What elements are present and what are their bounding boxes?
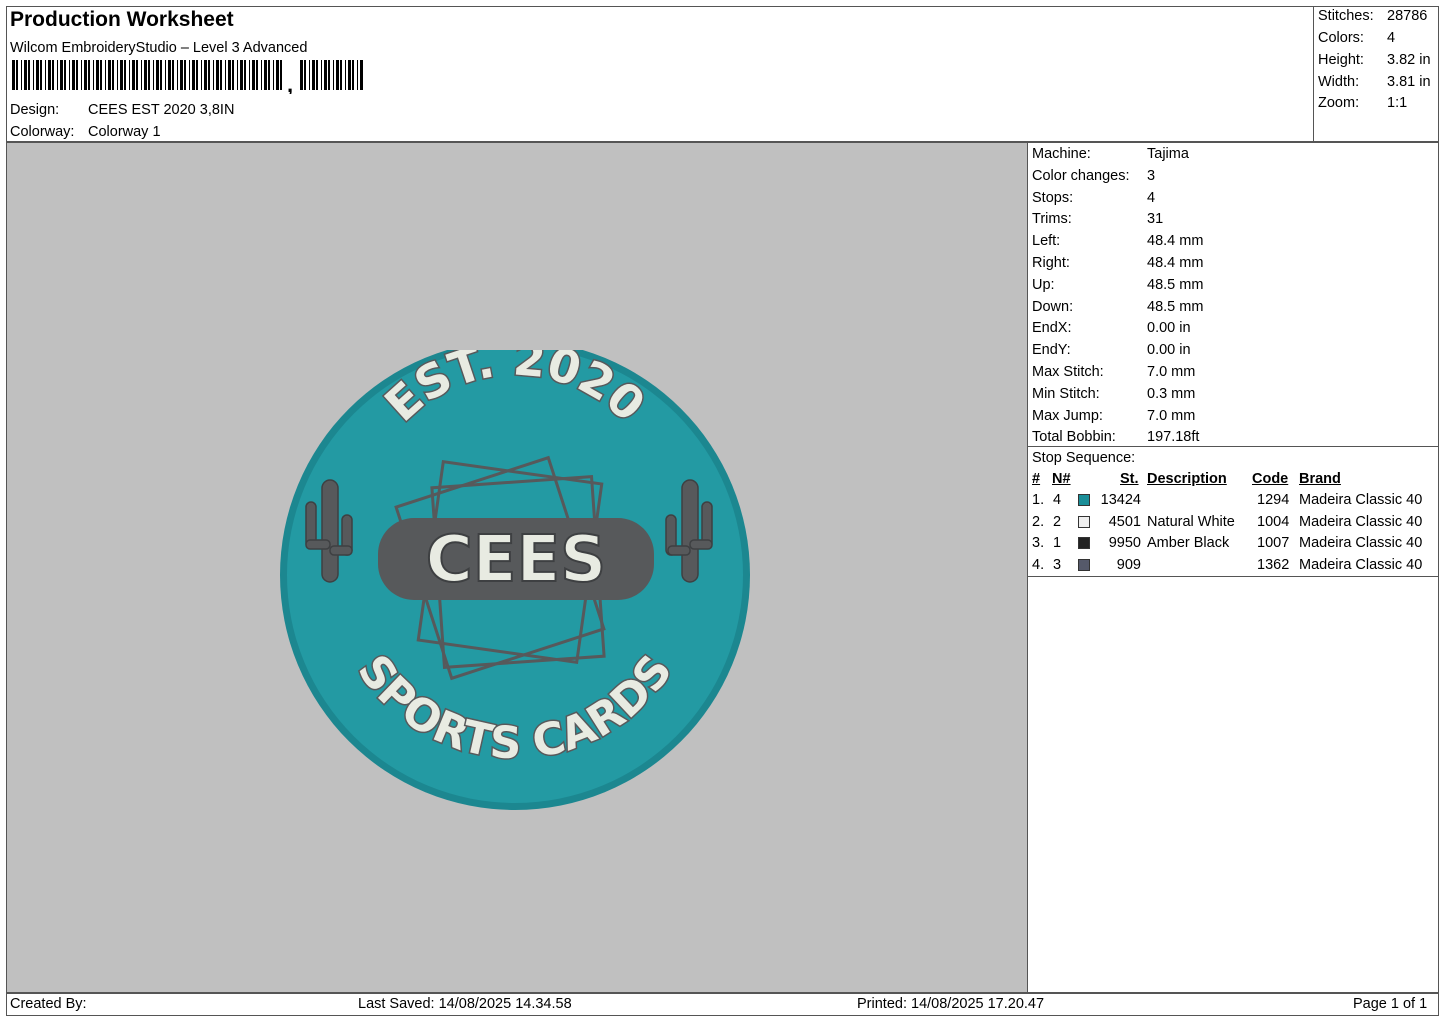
- machine-info-label: Stops:: [1032, 189, 1074, 206]
- machine-info-label: Min Stitch:: [1032, 385, 1100, 402]
- width-value: 3.81 in: [1387, 74, 1431, 90]
- row-description: Amber Black: [1147, 535, 1230, 551]
- col-head-needle: N#: [1052, 471, 1071, 487]
- colors-value: 4: [1387, 30, 1396, 46]
- machine-info-label: EndX:: [1032, 320, 1072, 337]
- col-head-brand: Brand: [1299, 471, 1341, 487]
- machine-info-value: 48.4 mm: [1147, 233, 1204, 250]
- color-swatch-icon: [1078, 494, 1090, 506]
- col-head-index: #: [1032, 471, 1041, 487]
- stitches-label: Stitches:: [1318, 8, 1374, 24]
- row-description: Natural White: [1147, 513, 1235, 530]
- row-stitches: 909: [1116, 556, 1141, 573]
- design-label: Design:: [10, 102, 60, 118]
- color-swatch-icon: [1078, 515, 1090, 528]
- row-code: 1294: [1257, 492, 1290, 508]
- created-by: Created By:: [10, 996, 87, 1012]
- embroidery-design-image: CEES EST. 2020 SPORTS CARDS: [280, 350, 750, 810]
- machine-info-value: 31: [1147, 211, 1164, 228]
- page-number: Page 1 of 1: [1353, 996, 1428, 1012]
- machine-info-label: Trims:: [1032, 211, 1072, 228]
- machine-info-label: Total Bobbin:: [1032, 429, 1116, 446]
- machine-info-label: EndY:: [1032, 342, 1071, 359]
- design-value: CEES EST 2020 3,8IN: [88, 102, 235, 118]
- row-brand: Madeira Classic 40: [1299, 492, 1423, 508]
- row-brand: Madeira Classic 40: [1299, 513, 1423, 530]
- page-title: Production Worksheet: [10, 8, 234, 31]
- row-index: 2.: [1032, 513, 1045, 530]
- colorway-label: Colorway:: [10, 124, 75, 140]
- machine-info-value: Tajima: [1147, 146, 1189, 162]
- row-brand: Madeira Classic 40: [1299, 556, 1423, 573]
- machine-info-value: 0.00 in: [1147, 342, 1191, 359]
- row-brand: Madeira Classic 40: [1299, 535, 1423, 551]
- machine-info-value: 48.5 mm: [1147, 276, 1204, 293]
- color-swatch-icon: [1078, 558, 1090, 571]
- col-head-stitches: St.: [1120, 471, 1139, 487]
- height-value: 3.82 in: [1387, 52, 1431, 68]
- machine-info-value: 0.3 mm: [1147, 385, 1196, 402]
- last-saved: Last Saved: 14/08/2025 14.34.58: [358, 996, 572, 1012]
- col-head-description: Description: [1147, 471, 1227, 487]
- row-index: 4.: [1032, 556, 1045, 573]
- row-stitches: 9950: [1108, 535, 1141, 551]
- machine-info-value: 4: [1147, 189, 1156, 206]
- row-needle: 4: [1053, 492, 1062, 508]
- stop-sequence-title: Stop Sequence:: [1032, 450, 1136, 466]
- divider: [1028, 446, 1439, 447]
- stitches-value: 28786: [1387, 8, 1428, 24]
- row-code: 1362: [1257, 556, 1290, 573]
- machine-info-label: Max Jump:: [1032, 407, 1103, 424]
- machine-info-value: 7.0 mm: [1147, 407, 1196, 424]
- machine-info-label: Left:: [1032, 233, 1061, 250]
- row-index: 3.: [1032, 535, 1045, 551]
- row-index: 1.: [1032, 492, 1045, 508]
- machine-info-value: 0.00 in: [1147, 320, 1191, 337]
- machine-info-label: Machine:: [1032, 146, 1091, 162]
- width-label: Width:: [1318, 74, 1360, 90]
- row-code: 1007: [1257, 535, 1290, 551]
- machine-info-value: 48.5 mm: [1147, 298, 1204, 315]
- colors-label: Colors:: [1318, 30, 1364, 46]
- row-needle: 3: [1053, 556, 1062, 573]
- barcode-icon: ,: [12, 60, 363, 94]
- color-swatch-icon: [1078, 537, 1090, 549]
- height-label: Height:: [1318, 52, 1364, 68]
- center-text: CEES: [426, 523, 607, 597]
- row-stitches: 4501: [1108, 513, 1141, 530]
- machine-info-value: 7.0 mm: [1147, 364, 1196, 380]
- zoom-label: Zoom:: [1318, 95, 1360, 111]
- software-subtitle: Wilcom EmbroideryStudio – Level 3 Advanc…: [10, 40, 308, 56]
- machine-info-value: 197.18ft: [1147, 429, 1200, 446]
- row-stitches: 13424: [1100, 492, 1141, 508]
- machine-info-value: 48.4 mm: [1147, 255, 1204, 271]
- row-code: 1004: [1257, 513, 1290, 530]
- machine-info-label: Max Stitch:: [1032, 364, 1104, 380]
- row-needle: 2: [1053, 513, 1062, 530]
- machine-info-value: 3: [1147, 167, 1156, 184]
- colorway-value: Colorway 1: [88, 124, 161, 140]
- machine-info-label: Up:: [1032, 276, 1055, 293]
- row-needle: 1: [1053, 535, 1062, 551]
- machine-info-label: Right:: [1032, 255, 1070, 271]
- printed-date: Printed: 14/08/2025 17.20.47: [857, 996, 1045, 1012]
- machine-info-label: Down:: [1032, 298, 1074, 315]
- worksheet-footer: [6, 993, 1439, 1016]
- divider: [1028, 576, 1439, 577]
- svg-text:,: ,: [287, 72, 293, 94]
- zoom-value: 1:1: [1387, 95, 1408, 111]
- machine-info-label: Color changes:: [1032, 167, 1130, 184]
- col-head-code: Code: [1252, 471, 1289, 487]
